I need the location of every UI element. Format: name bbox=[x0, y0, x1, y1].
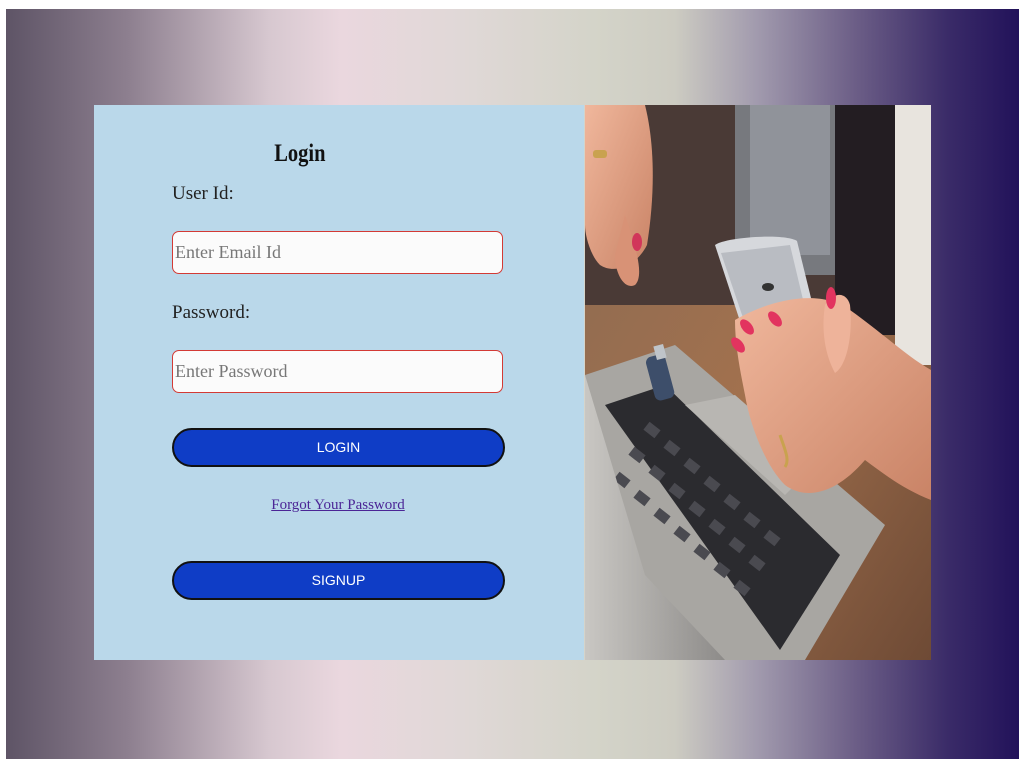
email-input[interactable] bbox=[172, 231, 503, 274]
user-id-label: User Id: bbox=[172, 183, 234, 204]
forgot-password-link[interactable]: Forgot Your Password bbox=[0, 497, 676, 514]
password-label: Password: bbox=[172, 302, 251, 323]
login-title: Login bbox=[274, 140, 326, 167]
photo-illustration bbox=[585, 105, 931, 660]
signup-button[interactable]: SIGNUP bbox=[172, 561, 505, 600]
laptop-phone-photo bbox=[585, 105, 931, 660]
login-button[interactable]: LOGIN bbox=[172, 428, 505, 467]
password-input[interactable] bbox=[172, 350, 503, 393]
